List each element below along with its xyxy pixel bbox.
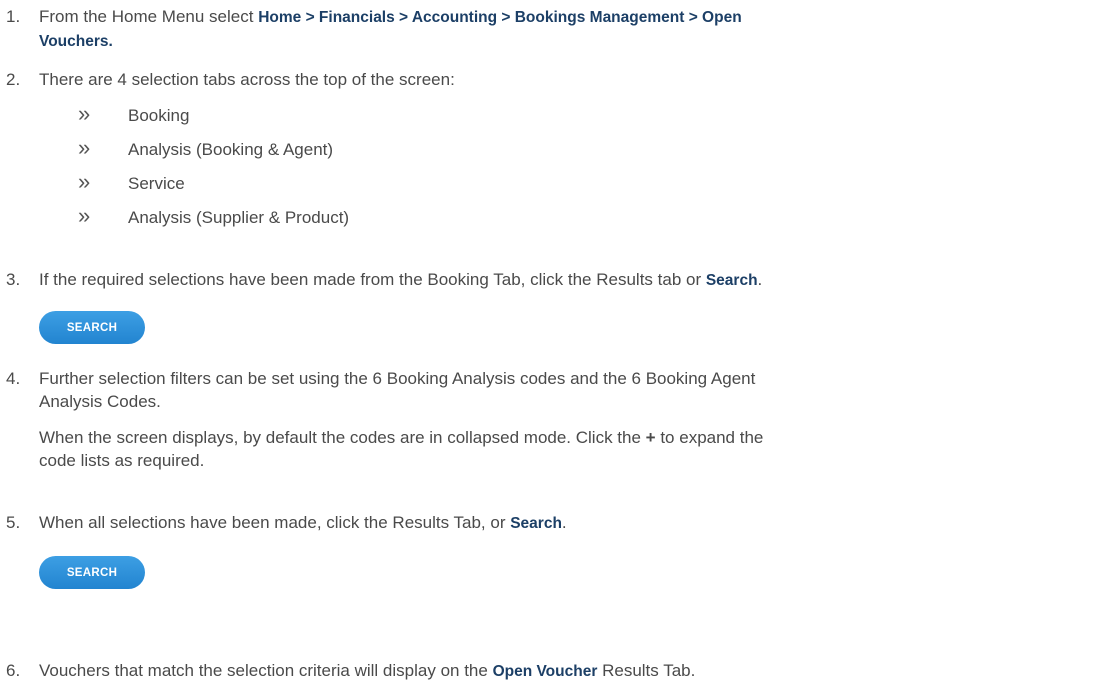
- search-button[interactable]: SEARCH: [39, 311, 145, 344]
- chevron-right-icon: »: [78, 169, 91, 194]
- step-note-line-2: code lists as required.: [39, 451, 205, 470]
- step-number: 6.: [6, 661, 21, 680]
- search-link-text: Search: [510, 515, 562, 532]
- chevron-right-icon: »: [78, 203, 91, 228]
- step-text-end: .: [757, 270, 763, 289]
- step-number: 5.: [6, 513, 21, 532]
- list-item-label: Analysis (Supplier & Product): [128, 208, 350, 227]
- menu-path: Home > Financials > Accounting > Booking…: [258, 9, 742, 26]
- step-text: There are 4 selection tabs across the to…: [39, 70, 455, 89]
- help-page: 1. From the Home Menu select Home > Fina…: [0, 0, 1099, 693]
- search-button[interactable]: SEARCH: [39, 556, 145, 589]
- menu-path-end: Vouchers.: [39, 33, 113, 50]
- step-text: When all selections have been made, clic…: [39, 513, 511, 532]
- step-note-end: to expand the: [655, 428, 764, 447]
- plus-symbol: +: [645, 428, 656, 447]
- search-link-text: Search: [705, 272, 758, 289]
- step-text-end: Results Tab.: [597, 661, 696, 680]
- step-text-end: .: [561, 513, 567, 532]
- step-text: From the Home Menu select: [39, 7, 259, 26]
- list-item-label: Booking: [128, 106, 190, 125]
- step-number: 4.: [6, 369, 21, 388]
- step-number: 3.: [6, 270, 21, 289]
- step-number: 1.: [6, 7, 21, 26]
- step-text: Vouchers that match the selection criter…: [39, 661, 493, 680]
- step-text: Further selection filters can be set usi…: [39, 369, 756, 388]
- step-text-line-2: Analysis Codes.: [39, 392, 161, 411]
- step-note: When the screen displays, by default the…: [39, 428, 646, 447]
- chevron-right-icon: »: [78, 101, 91, 126]
- list-item-label: Service: [128, 174, 185, 193]
- list-item-label: Analysis (Booking & Agent): [128, 140, 334, 159]
- step-text: If the required selections have been mad…: [39, 270, 706, 289]
- step-number: 2.: [6, 70, 21, 89]
- chevron-right-icon: »: [78, 135, 91, 160]
- open-voucher-link-text: Open Voucher: [492, 663, 598, 680]
